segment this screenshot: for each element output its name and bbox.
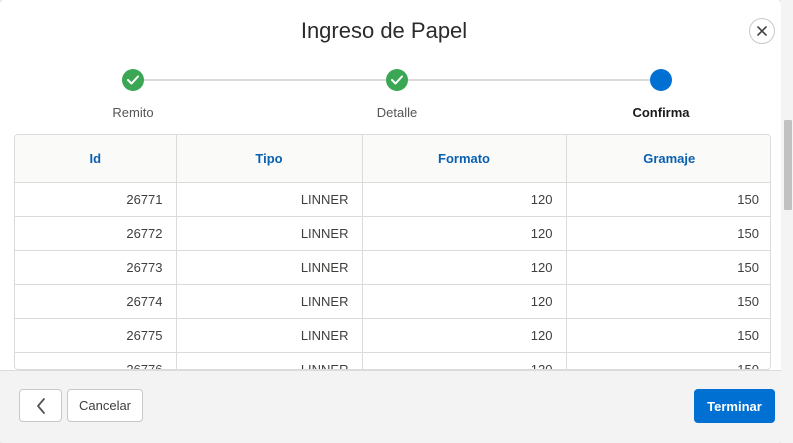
step-label-detalle: Detalle xyxy=(376,105,418,120)
column-header-formato[interactable]: Formato xyxy=(362,135,567,183)
table-row[interactable]: 26774 LINNER 120 150 xyxy=(15,284,770,319)
cell-formato: 120 xyxy=(362,318,567,353)
table-row[interactable]: 26776 LINNER 120 150 xyxy=(15,352,770,369)
cell-formato: 120 xyxy=(362,216,567,251)
cell-formato: 120 xyxy=(362,352,567,369)
cell-gramaje: 150 xyxy=(566,182,770,217)
cell-gramaje: 150 xyxy=(566,284,770,319)
cell-tipo: LINNER xyxy=(176,182,363,217)
cell-tipo: LINNER xyxy=(176,352,363,369)
step-connector xyxy=(144,79,386,81)
cancel-button[interactable]: Cancelar xyxy=(67,389,143,422)
table-row[interactable]: 26771 LINNER 120 150 xyxy=(15,182,770,217)
cell-gramaje: 150 xyxy=(566,216,770,251)
cell-id: 26771 xyxy=(15,182,177,217)
step-detalle-indicator[interactable] xyxy=(386,69,408,91)
data-table-container[interactable]: Id Tipo Formato Gramaje 26771 LINNER 120… xyxy=(14,134,771,370)
finish-button[interactable]: Terminar xyxy=(694,389,775,423)
check-icon xyxy=(391,75,403,85)
chevron-left-icon xyxy=(36,397,45,414)
dialog-title: Ingreso de Papel xyxy=(300,18,468,43)
column-header-id[interactable]: Id xyxy=(15,135,177,183)
table-header-row: Id Tipo Formato Gramaje xyxy=(15,135,770,183)
cell-tipo: LINNER xyxy=(176,216,363,251)
cell-formato: 120 xyxy=(362,250,567,285)
back-button[interactable] xyxy=(19,389,62,422)
cell-id: 26774 xyxy=(15,284,177,319)
close-icon xyxy=(757,26,767,36)
step-label-confirma: Confirma xyxy=(632,105,690,120)
table-row[interactable]: 26773 LINNER 120 150 xyxy=(15,250,770,285)
page-scrollbar-thumb[interactable] xyxy=(784,120,792,210)
column-header-gramaje[interactable]: Gramaje xyxy=(566,135,770,183)
check-icon xyxy=(127,75,139,85)
table-row[interactable]: 26775 LINNER 120 150 xyxy=(15,318,770,353)
cell-gramaje: 150 xyxy=(566,250,770,285)
cell-id: 26776 xyxy=(15,352,177,369)
cell-tipo: LINNER xyxy=(176,284,363,319)
page-scrollbar-track[interactable] xyxy=(781,0,793,443)
cell-id: 26775 xyxy=(15,318,177,353)
table-row[interactable]: 26772 LINNER 120 150 xyxy=(15,216,770,251)
close-button[interactable] xyxy=(749,18,775,44)
modal-dialog: Ingreso de Papel Remito Detalle Confirma… xyxy=(0,0,781,443)
step-remito-indicator[interactable] xyxy=(122,69,144,91)
step-label-remito: Remito xyxy=(112,105,154,120)
cell-id: 26773 xyxy=(15,250,177,285)
step-connector xyxy=(408,79,650,81)
cell-tipo: LINNER xyxy=(176,318,363,353)
column-header-tipo[interactable]: Tipo xyxy=(176,135,363,183)
cell-gramaje: 150 xyxy=(566,352,770,369)
cell-tipo: LINNER xyxy=(176,250,363,285)
cell-gramaje: 150 xyxy=(566,318,770,353)
cell-formato: 120 xyxy=(362,182,567,217)
cell-formato: 120 xyxy=(362,284,567,319)
data-table: Id Tipo Formato Gramaje 26771 LINNER 120… xyxy=(15,135,770,369)
cell-id: 26772 xyxy=(15,216,177,251)
step-confirma-indicator[interactable] xyxy=(650,69,672,91)
